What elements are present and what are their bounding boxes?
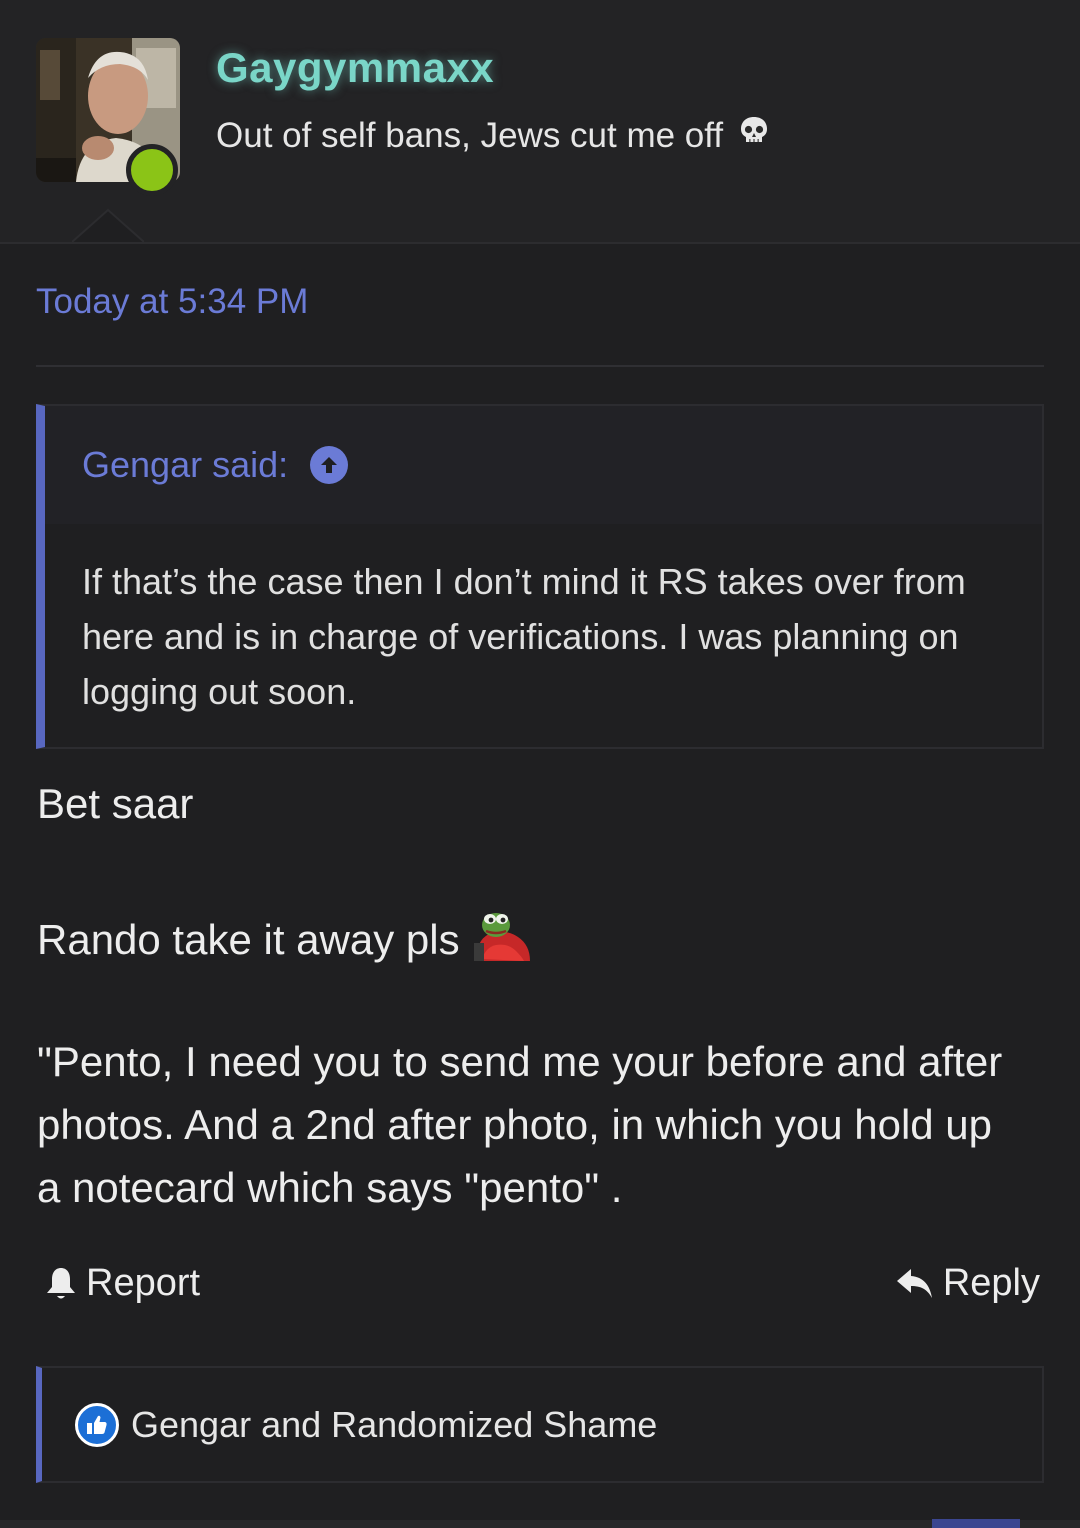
bottom-tab-indicator [932, 1519, 1020, 1528]
quote-header: Gengar said: [45, 406, 1042, 524]
reaction-users[interactable]: Gengar and Randomized Shame [131, 1404, 657, 1446]
quote-body: If that’s the case then I don’t mind it … [82, 561, 966, 712]
post-actions: Report Reply [36, 1262, 1044, 1318]
skull-emoji [737, 114, 771, 157]
online-status-dot [126, 144, 178, 196]
bell-icon [47, 1267, 75, 1298]
reply-arrow-icon [896, 1268, 932, 1298]
user-title-text: Out of self bans, Jews cut me off [216, 115, 724, 155]
reply-label: Reply [942, 1262, 1040, 1304]
user-title: Out of self bans, Jews cut me off [216, 114, 771, 157]
post-timestamp[interactable]: Today at 5:34 PM [36, 282, 308, 322]
quote-author-label: Gengar said: [82, 444, 289, 485]
pepe-blanket-emoji [472, 907, 532, 973]
message-line-2-text: Rando take it away pls [37, 916, 460, 963]
quote-author[interactable]: Gengar said: [82, 444, 349, 486]
reactions-bar[interactable]: Gengar and Randomized Shame [36, 1366, 1044, 1483]
reply-button[interactable]: Reply [895, 1262, 1040, 1305]
report-label: Report [86, 1262, 201, 1304]
message-line-2: Rando take it away pls [37, 907, 532, 973]
header-pointer [72, 208, 144, 243]
bottom-divider [0, 1520, 1080, 1528]
post-username[interactable]: Gaygymmaxx [216, 44, 494, 92]
message-line-3: "Pento, I need you to send me your befor… [37, 1038, 1003, 1211]
report-button[interactable]: Report [44, 1262, 200, 1305]
quote-block: Gengar said: If that’s the case then I d… [36, 404, 1044, 749]
message-line-1: Bet saar [37, 780, 194, 827]
post-divider [36, 365, 1044, 367]
arrow-up-icon[interactable] [310, 446, 349, 484]
post-header: Gaygymmaxx Out of self bans, Jews cut me… [0, 0, 1080, 244]
thumbs-up-icon [75, 1402, 119, 1447]
